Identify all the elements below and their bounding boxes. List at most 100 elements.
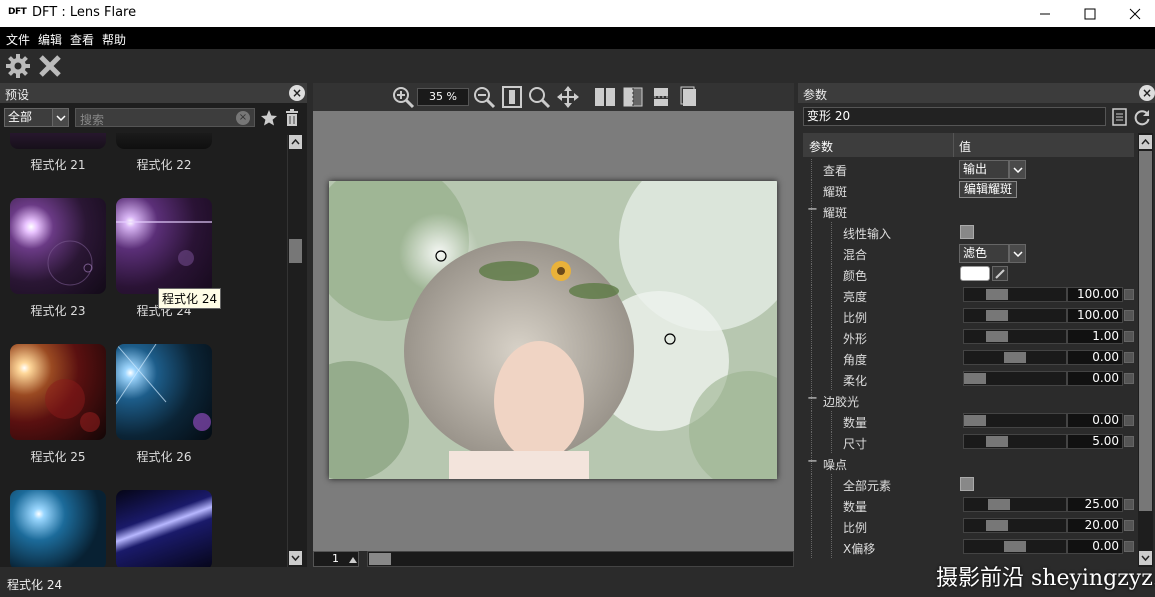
zoom-level-field[interactable]: 35 %	[417, 88, 469, 106]
spin-icon[interactable]	[1124, 373, 1134, 384]
horizontal-scrollbar[interactable]	[367, 551, 794, 567]
slider-knob[interactable]	[986, 310, 1008, 321]
param-checkbox[interactable]	[960, 477, 974, 491]
pan-tool-button[interactable]	[556, 85, 580, 109]
maximize-button[interactable]	[1067, 0, 1113, 27]
reset-button[interactable]	[1133, 108, 1151, 126]
slider-knob[interactable]	[964, 415, 986, 426]
spin-icon[interactable]	[1124, 520, 1134, 531]
menu-edit[interactable]: 编辑	[38, 31, 62, 48]
slider-knob[interactable]	[964, 373, 986, 384]
preset-name-field[interactable]: 变形 20	[803, 107, 1106, 126]
preview-image[interactable]	[329, 181, 777, 479]
param-slider[interactable]	[963, 308, 1067, 323]
favorite-button[interactable]	[260, 109, 278, 127]
preset-thumb-25[interactable]	[10, 344, 106, 440]
preset-search-input[interactable]: 搜索 ×	[75, 108, 255, 127]
slider-knob[interactable]	[986, 436, 1008, 447]
param-value-field[interactable]: 20.00	[1067, 518, 1123, 533]
param-value-field[interactable]: 1.00	[1067, 329, 1123, 344]
param-dropdown[interactable]: 输出	[959, 160, 1009, 179]
collapse-toggle-icon[interactable]: −	[807, 454, 818, 469]
param-slider[interactable]	[963, 413, 1067, 428]
param-value-field[interactable]: 100.00	[1067, 308, 1123, 323]
save-preset-button[interactable]	[1112, 108, 1128, 126]
spin-icon[interactable]	[1124, 499, 1134, 510]
params-scroll-thumb[interactable]	[1139, 151, 1152, 511]
cancel-button[interactable]	[37, 53, 63, 79]
zoom-tool-button[interactable]	[527, 85, 551, 109]
clear-search-icon[interactable]: ×	[236, 111, 250, 125]
preset-thumb-21[interactable]	[10, 133, 106, 149]
single-view-button[interactable]	[677, 85, 701, 109]
split-view-button[interactable]	[593, 85, 617, 109]
param-slider[interactable]	[963, 539, 1067, 554]
slider-knob[interactable]	[986, 520, 1008, 531]
split-horizontal-button[interactable]	[649, 85, 673, 109]
param-slider[interactable]	[963, 350, 1067, 365]
preset-thumb-24[interactable]	[116, 198, 212, 294]
chevron-down-icon[interactable]	[1009, 160, 1026, 179]
param-value-field[interactable]: 0.00	[1067, 539, 1123, 554]
params-scrollbar[interactable]	[1138, 133, 1153, 567]
close-parameters-icon[interactable]: ×	[1139, 85, 1155, 101]
fit-view-button[interactable]	[500, 85, 524, 109]
spin-icon[interactable]	[1124, 310, 1134, 321]
collapse-toggle-icon[interactable]: −	[807, 202, 818, 217]
param-value-field[interactable]: 0.00	[1067, 413, 1123, 428]
spin-icon[interactable]	[1124, 352, 1134, 363]
chevron-down-icon[interactable]	[1009, 244, 1026, 263]
compare-view-button[interactable]	[621, 85, 645, 109]
param-checkbox[interactable]	[960, 225, 974, 239]
close-presets-icon[interactable]: ×	[289, 85, 305, 101]
param-dropdown[interactable]: 滤色	[959, 244, 1009, 263]
horizontal-scroll-thumb[interactable]	[369, 553, 391, 565]
scroll-up-icon[interactable]	[289, 135, 302, 149]
param-slider[interactable]	[963, 329, 1067, 344]
spin-icon[interactable]	[1124, 436, 1134, 447]
presets-scrollbar[interactable]	[287, 135, 302, 567]
param-slider[interactable]	[963, 287, 1067, 302]
color-swatch[interactable]	[960, 266, 990, 281]
spin-icon[interactable]	[1124, 541, 1134, 552]
preset-filter-select[interactable]: 全部	[4, 108, 53, 127]
slider-knob[interactable]	[986, 289, 1008, 300]
param-slider[interactable]	[963, 497, 1067, 512]
menu-help[interactable]: 帮助	[102, 31, 126, 48]
minimize-button[interactable]	[1022, 0, 1068, 27]
page-up-icon[interactable]	[349, 552, 357, 563]
menu-view[interactable]: 查看	[70, 31, 94, 48]
scroll-thumb[interactable]	[289, 239, 302, 263]
param-value-field[interactable]: 5.00	[1067, 434, 1123, 449]
preset-thumb-28[interactable]	[116, 490, 212, 567]
param-value-field[interactable]: 0.00	[1067, 371, 1123, 386]
slider-knob[interactable]	[988, 499, 1010, 510]
collapse-toggle-icon[interactable]: −	[807, 391, 818, 406]
slider-knob[interactable]	[986, 331, 1008, 342]
param-value-field[interactable]: 100.00	[1067, 287, 1123, 302]
zoom-out-button[interactable]	[472, 85, 496, 109]
preset-thumb-27[interactable]	[10, 490, 106, 567]
zoom-in-button[interactable]	[391, 85, 415, 109]
spin-icon[interactable]	[1124, 331, 1134, 342]
spin-icon[interactable]	[1124, 289, 1134, 300]
param-value-field[interactable]: 25.00	[1067, 497, 1123, 512]
param-slider[interactable]	[963, 434, 1067, 449]
close-window-button[interactable]	[1112, 0, 1155, 27]
slider-knob[interactable]	[1004, 541, 1026, 552]
param-value-field[interactable]: 0.00	[1067, 350, 1123, 365]
settings-button[interactable]	[5, 53, 31, 79]
param-slider[interactable]	[963, 518, 1067, 533]
chevron-down-icon[interactable]	[52, 108, 69, 127]
edit-flare-button[interactable]: 编辑耀斑	[959, 181, 1018, 198]
scroll-down-icon[interactable]	[289, 551, 302, 565]
eyedropper-icon[interactable]	[992, 266, 1008, 281]
preset-thumb-22[interactable]	[116, 133, 212, 149]
menu-file[interactable]: 文件	[6, 31, 30, 48]
param-slider[interactable]	[963, 371, 1067, 386]
slider-knob[interactable]	[1004, 352, 1026, 363]
delete-preset-button[interactable]	[284, 109, 300, 127]
preset-thumb-23[interactable]	[10, 198, 106, 294]
preset-thumb-26[interactable]	[116, 344, 212, 440]
params-scroll-up-icon[interactable]	[1139, 135, 1152, 149]
